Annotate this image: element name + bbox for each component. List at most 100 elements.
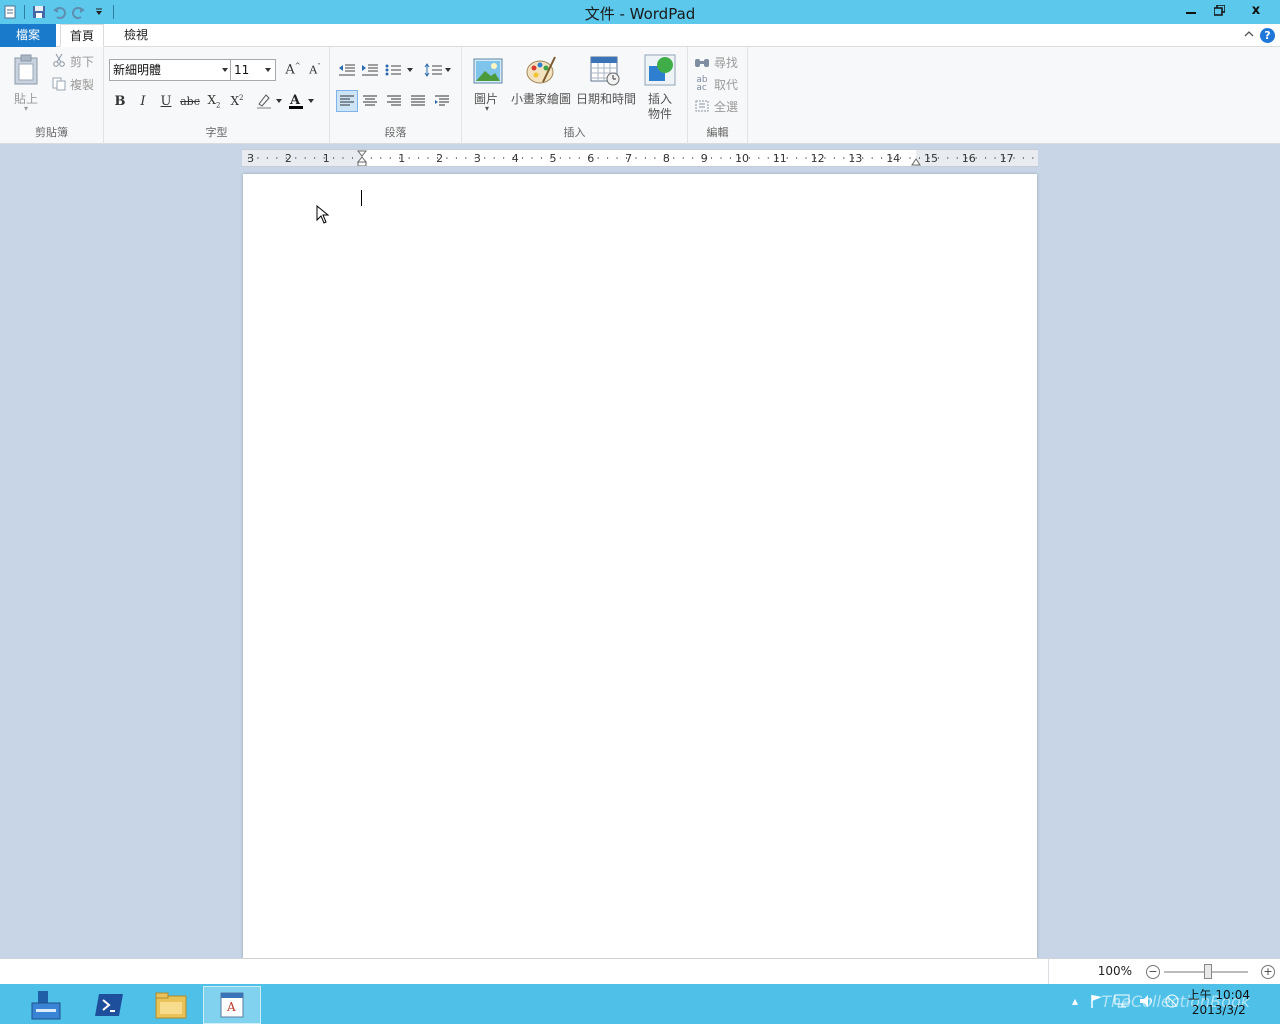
paste-icon[interactable] — [10, 53, 44, 87]
align-center-icon[interactable] — [359, 90, 381, 112]
ruler-tick-mark — [805, 157, 807, 159]
ruler-tick-mark — [909, 157, 911, 159]
calendar-icon[interactable] — [588, 53, 622, 87]
cut-icon[interactable] — [50, 51, 68, 69]
line-spacing-icon[interactable] — [422, 59, 454, 81]
ruler-tick-mark — [711, 157, 713, 159]
ruler-tick-mark — [408, 157, 410, 159]
ruler-tick-mark — [266, 157, 268, 159]
action-center-flag-icon[interactable] — [1090, 994, 1104, 1011]
paragraph-group-label: 段落 — [384, 126, 407, 139]
shrink-font-icon[interactable]: Aˇ — [304, 59, 326, 81]
cut-button[interactable]: 剪下 — [70, 53, 94, 70]
italic-button[interactable]: I — [132, 90, 154, 112]
powershell-taskbar-icon[interactable] — [80, 986, 138, 1024]
picture-icon[interactable] — [472, 55, 504, 87]
ruler-tick-mark — [994, 157, 996, 159]
close-button[interactable]: x — [1234, 0, 1278, 20]
picture-dropdown-icon[interactable]: ▾ — [485, 104, 489, 113]
taskbar-clock[interactable]: 上午 10:04 2013/3/2 — [1188, 988, 1250, 1018]
strikethrough-button[interactable]: abc — [179, 90, 201, 112]
editing-group-label: 編輯 — [706, 126, 729, 139]
subscript-icon[interactable]: X2 — [203, 90, 225, 112]
ruler-tick-mark — [985, 157, 987, 159]
find-button[interactable]: 尋找 — [714, 54, 738, 71]
font-size-combo[interactable]: 11 — [230, 59, 276, 81]
ruler-tick-mark — [767, 157, 769, 159]
ribbon: 貼上 ▾ 剪下 複製 剪貼簿 新細明體 11 A^ Aˇ B I U abc X… — [0, 47, 1280, 144]
restore-button[interactable] — [1206, 0, 1232, 20]
font-color-icon[interactable]: A — [286, 90, 316, 112]
increase-indent-icon[interactable] — [359, 59, 381, 81]
paste-dropdown-icon[interactable]: ▾ — [24, 104, 28, 113]
volume-icon[interactable] — [1139, 994, 1155, 1011]
wordpad-taskbar-icon[interactable]: A — [203, 986, 261, 1024]
ruler-tick-mark — [654, 157, 656, 159]
insert-object-label-line2[interactable]: 物件 — [648, 105, 672, 122]
justify-icon[interactable] — [407, 90, 429, 112]
ruler-tick-mark — [522, 157, 524, 159]
font-group: 新細明體 11 A^ Aˇ B I U abc X2 X2 A 字型 — [104, 47, 330, 144]
tab-view[interactable]: 檢視 — [114, 24, 158, 47]
copy-icon[interactable] — [50, 75, 68, 93]
file-explorer-taskbar-icon[interactable] — [142, 986, 200, 1024]
binoculars-icon[interactable] — [693, 53, 711, 71]
ruler-tick-mark — [380, 157, 382, 159]
ruler-tick-mark — [455, 157, 457, 159]
decrease-indent-icon[interactable] — [336, 59, 358, 81]
align-right-icon[interactable] — [383, 90, 405, 112]
font-size-value: 11 — [234, 63, 250, 77]
tab-home[interactable]: 首頁 — [60, 24, 104, 47]
ruler-tick-mark — [843, 157, 845, 159]
align-left-icon[interactable] — [336, 90, 358, 112]
ruler-tick-label: 9 — [701, 152, 708, 165]
server-manager-taskbar-icon[interactable] — [16, 986, 74, 1024]
select-all-button[interactable]: 全選 — [714, 98, 738, 115]
zoom-slider-thumb[interactable] — [1204, 964, 1212, 979]
collapse-ribbon-icon[interactable] — [1244, 28, 1254, 41]
date-time-button[interactable]: 日期和時間 — [576, 90, 636, 107]
ruler-tick-mark — [257, 157, 259, 159]
ruler-tick-mark — [333, 157, 335, 159]
show-hidden-icons-button[interactable]: ▴ — [1072, 994, 1078, 1008]
font-family-combo[interactable]: 新細明體 — [109, 59, 233, 81]
bold-button[interactable]: B — [109, 90, 131, 112]
ruler-tick-label: 11 — [773, 152, 787, 165]
ruler-tick-mark — [569, 157, 571, 159]
ruler-tick-label: 2 — [436, 152, 443, 165]
insert-object-icon[interactable] — [643, 53, 677, 87]
editing-group: 尋找 ab ac 取代 全選 編輯 — [688, 47, 748, 144]
ruler-tick-mark — [729, 157, 731, 159]
ruler-tick-label: 16 — [962, 152, 976, 165]
paint-drawing-button[interactable]: 小畫家繪圖 — [511, 90, 571, 107]
tab-file[interactable]: 檔案 — [0, 24, 56, 47]
status-bar: 100% − + — [0, 958, 1280, 985]
superscript-icon[interactable]: X2 — [226, 90, 248, 112]
bullets-icon[interactable] — [384, 59, 416, 81]
ruler-tick-mark — [720, 157, 722, 159]
input-method-icon[interactable] — [1164, 994, 1180, 1011]
paint-palette-icon[interactable] — [524, 53, 558, 87]
ruler-tick-mark — [748, 157, 750, 159]
network-icon[interactable] — [1114, 994, 1130, 1011]
ruler-tick-mark — [692, 157, 694, 159]
zoom-in-button[interactable]: + — [1261, 965, 1275, 979]
title-bar: 文件 - WordPad x — [0, 0, 1280, 24]
ruler-tick-mark — [276, 157, 278, 159]
paragraph-settings-icon[interactable] — [431, 90, 453, 112]
help-icon[interactable]: ? — [1260, 28, 1275, 43]
underline-button[interactable]: U — [155, 90, 177, 112]
clock-time: 上午 10:04 — [1187, 988, 1250, 1002]
ruler[interactable]: 3 2 1 1 2 3 4 5 6 7 8 9 10 11 12 13 14 15 16 17 — [242, 149, 1038, 167]
replace-icon[interactable]: ab ac — [693, 75, 711, 93]
ruler-tick-mark — [314, 157, 316, 159]
grow-font-icon[interactable]: A^ — [282, 59, 304, 81]
document-page[interactable] — [243, 174, 1037, 958]
select-all-icon[interactable] — [693, 97, 711, 115]
ruler-tick-mark — [616, 157, 618, 159]
copy-button[interactable]: 複製 — [70, 76, 94, 93]
replace-button[interactable]: 取代 — [714, 76, 738, 93]
zoom-out-button[interactable]: − — [1146, 965, 1160, 979]
minimize-button[interactable] — [1178, 0, 1204, 20]
highlight-color-icon[interactable] — [254, 90, 284, 112]
